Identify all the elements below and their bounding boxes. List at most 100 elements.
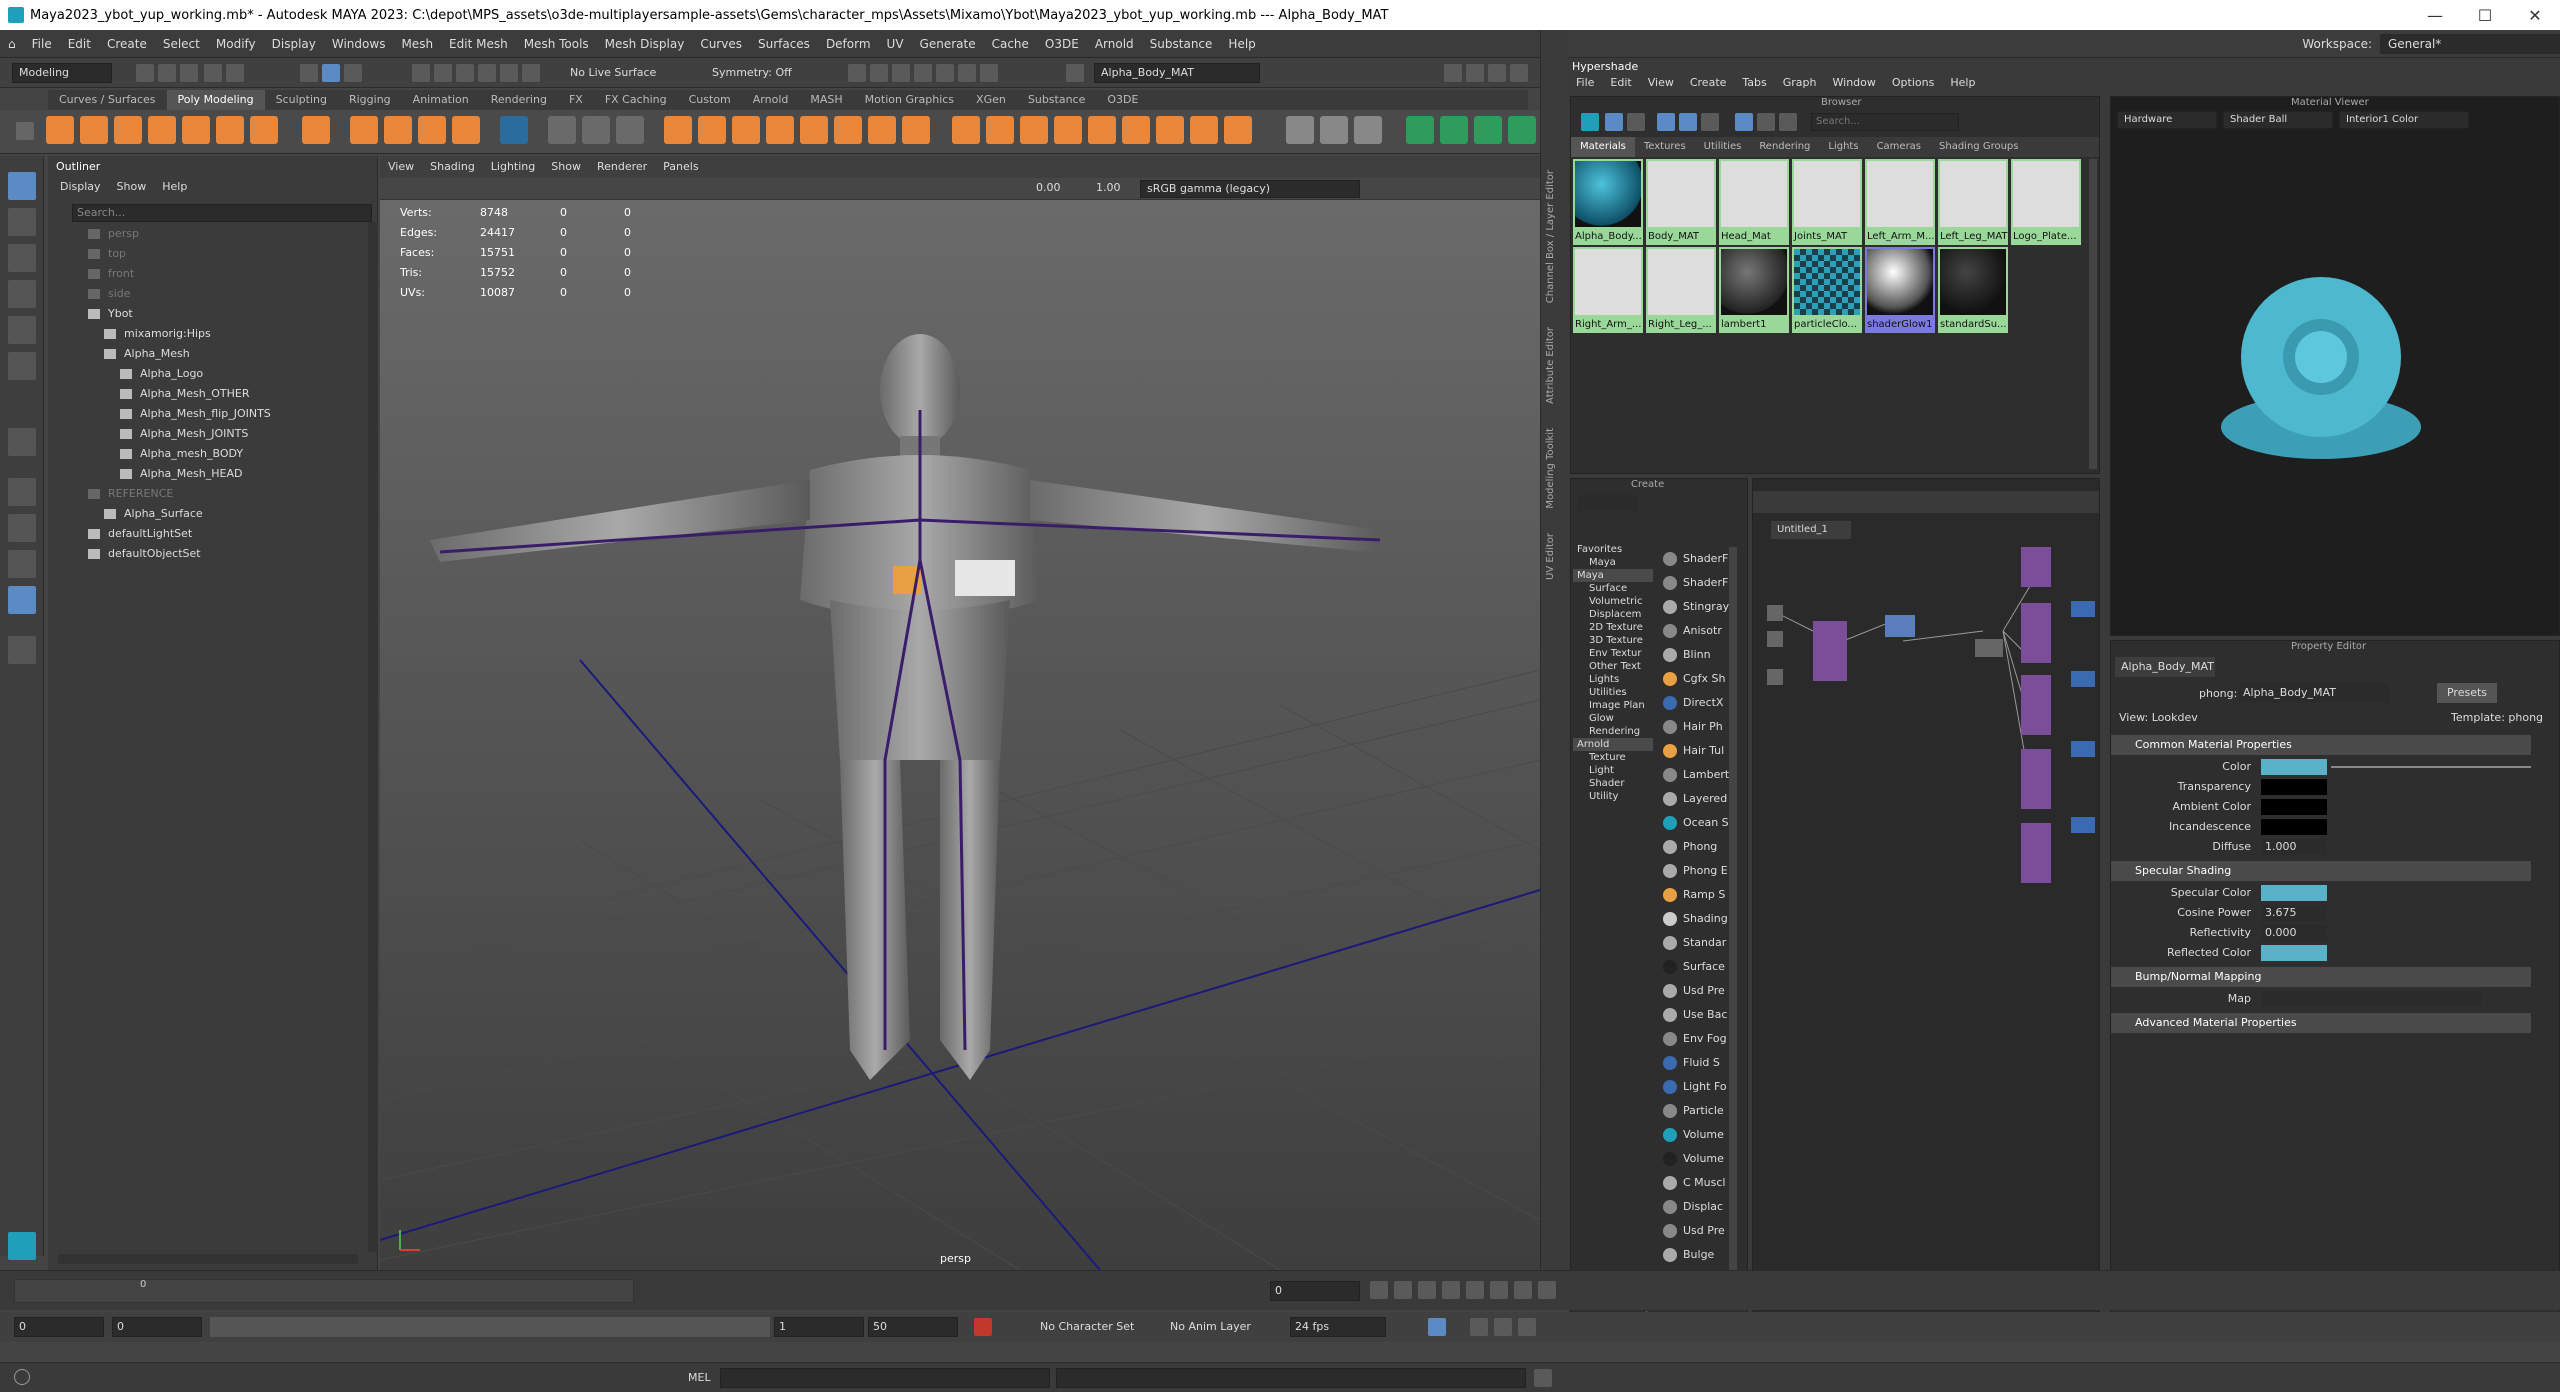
create-category[interactable]: Light bbox=[1573, 764, 1653, 777]
range-bar[interactable] bbox=[210, 1317, 770, 1337]
menu-item-create[interactable]: Create bbox=[99, 37, 155, 51]
create-node-item[interactable]: Surface bbox=[1659, 955, 1729, 979]
create-node-item[interactable]: Standar bbox=[1659, 931, 1729, 955]
color-slider[interactable] bbox=[2331, 766, 2531, 768]
ipr-render-icon[interactable] bbox=[914, 64, 932, 82]
key-back-icon[interactable] bbox=[1418, 1281, 1436, 1299]
side-tab[interactable]: Channel Box / Layer Editor bbox=[1545, 170, 1556, 303]
shelf-tab-fx[interactable]: FX bbox=[558, 90, 594, 110]
preferences-icon[interactable] bbox=[1518, 1318, 1536, 1336]
create-category[interactable]: Displacem bbox=[1573, 608, 1653, 621]
graph-tab[interactable]: Untitled_1 bbox=[1771, 521, 1851, 539]
export-icon[interactable] bbox=[1406, 116, 1434, 144]
four-pane-icon[interactable] bbox=[8, 514, 36, 542]
material-swatch[interactable]: Left_Arm_M... bbox=[1865, 159, 1935, 245]
node-name-field[interactable]: Alpha_Body_MAT bbox=[2239, 683, 2389, 703]
outliner-item[interactable]: Alpha_Mesh bbox=[104, 344, 190, 364]
environment-dropdown[interactable]: Interior1 Color bbox=[2339, 111, 2469, 129]
poly-plane-icon[interactable] bbox=[216, 116, 244, 144]
gamma-field[interactable]: 1.00 bbox=[1096, 181, 1126, 197]
script-language-label[interactable]: MEL bbox=[688, 1371, 711, 1384]
sweep-mesh-icon[interactable] bbox=[350, 116, 378, 144]
viewport-menu-lighting[interactable]: Lighting bbox=[483, 156, 543, 178]
hypershade-menu-tabs[interactable]: Tabs bbox=[1734, 76, 1774, 89]
snap-curve-icon[interactable] bbox=[434, 64, 452, 82]
shelf-tab-substance[interactable]: Substance bbox=[1017, 90, 1097, 110]
section-bump[interactable]: Bump/Normal Mapping bbox=[2111, 967, 2531, 987]
browser-icon-d[interactable] bbox=[1657, 113, 1675, 131]
shelf-tab-rigging[interactable]: Rigging bbox=[338, 90, 402, 110]
shelf-tab-motion-graphics[interactable]: Motion Graphics bbox=[854, 90, 965, 110]
shelf-tab-fx-caching[interactable]: FX Caching bbox=[594, 90, 678, 110]
property-node-tab[interactable]: Alpha_Body_MAT bbox=[2115, 657, 2215, 677]
create-node-item[interactable]: Cgfx Sh bbox=[1659, 667, 1729, 691]
diffuse-field[interactable]: 1.000 bbox=[2261, 839, 2327, 855]
create-category[interactable]: Surface bbox=[1573, 582, 1653, 595]
create-node-item[interactable]: Light Fo bbox=[1659, 1075, 1729, 1099]
create-node-item[interactable]: C Muscl bbox=[1659, 1171, 1729, 1195]
menu-item-cache[interactable]: Cache bbox=[984, 37, 1037, 51]
select-hierarchy-icon[interactable] bbox=[300, 64, 318, 82]
outliner-item[interactable]: side bbox=[88, 284, 131, 304]
material-swatch[interactable]: shaderGlow1 bbox=[1865, 247, 1935, 333]
outliner-layout-icon[interactable] bbox=[8, 586, 36, 614]
create-node-item[interactable]: Volume bbox=[1659, 1123, 1729, 1147]
loop-icon[interactable] bbox=[1428, 1318, 1446, 1336]
rotate-tool-icon[interactable] bbox=[8, 316, 36, 344]
smooth-icon[interactable] bbox=[616, 116, 644, 144]
outliner-item[interactable]: mixamorig:Hips bbox=[104, 324, 211, 344]
home-icon[interactable]: ⌂ bbox=[0, 37, 24, 51]
select-object-icon[interactable] bbox=[322, 64, 340, 82]
anim-layer-label[interactable]: No Anim Layer bbox=[1170, 1320, 1251, 1333]
browser-icon-g[interactable] bbox=[1735, 113, 1753, 131]
sound-icon[interactable] bbox=[1470, 1318, 1488, 1336]
character-set-label[interactable]: No Character Set bbox=[1040, 1320, 1134, 1333]
reflectivity-field[interactable]: 0.000 bbox=[2261, 925, 2327, 941]
hypershade-menu-create[interactable]: Create bbox=[1682, 76, 1735, 89]
outliner-hscrollbar[interactable] bbox=[58, 1254, 358, 1264]
poly-cube-icon[interactable] bbox=[80, 116, 108, 144]
type-icon[interactable] bbox=[500, 116, 528, 144]
poly-pipe-icon[interactable] bbox=[384, 116, 412, 144]
browser-icon-e[interactable] bbox=[1679, 113, 1697, 131]
snap-view-icon[interactable] bbox=[478, 64, 496, 82]
create-node-item[interactable]: Phong E bbox=[1659, 859, 1729, 883]
outliner-item[interactable]: Alpha_Surface bbox=[104, 504, 203, 524]
viewport-menu-renderer[interactable]: Renderer bbox=[589, 156, 655, 178]
create-category[interactable]: Rendering bbox=[1573, 725, 1653, 738]
renderer-dropdown[interactable]: Hardware bbox=[2117, 111, 2217, 129]
select-tool-icon[interactable] bbox=[8, 172, 36, 200]
menu-item-modify[interactable]: Modify bbox=[208, 37, 264, 51]
poly-sphere-icon[interactable] bbox=[46, 116, 74, 144]
boolean-icon[interactable] bbox=[664, 116, 692, 144]
slide-edge-icon[interactable] bbox=[1190, 116, 1218, 144]
command-input[interactable] bbox=[720, 1368, 1050, 1388]
sculpt-icon[interactable] bbox=[1286, 116, 1314, 144]
create-category[interactable]: Favorites bbox=[1573, 543, 1653, 556]
poly-torus-icon[interactable] bbox=[182, 116, 210, 144]
create-node-item[interactable]: Stingray bbox=[1659, 595, 1729, 619]
connect-icon[interactable] bbox=[1020, 116, 1048, 144]
create-node-item[interactable]: Lambert bbox=[1659, 763, 1729, 787]
render-frame-icon[interactable] bbox=[870, 64, 888, 82]
poly-cone-icon[interactable] bbox=[148, 116, 176, 144]
material-swatch[interactable]: Head_Mat bbox=[1719, 159, 1789, 245]
cosine-field[interactable]: 3.675 bbox=[2261, 905, 2327, 921]
side-tab[interactable]: Attribute Editor bbox=[1545, 327, 1556, 404]
browser-tab-lights[interactable]: Lights bbox=[1819, 137, 1867, 157]
create-node-item[interactable]: ShaderF bbox=[1659, 547, 1729, 571]
material-swatch[interactable]: lambert1 bbox=[1719, 247, 1789, 333]
create-category[interactable]: 2D Texture bbox=[1573, 621, 1653, 634]
shelf-tab-animation[interactable]: Animation bbox=[402, 90, 480, 110]
bridge-icon[interactable] bbox=[766, 116, 794, 144]
play-forward-icon[interactable] bbox=[1466, 1281, 1484, 1299]
section-specular[interactable]: Specular Shading bbox=[2111, 861, 2531, 881]
go-end-icon[interactable] bbox=[1538, 1281, 1556, 1299]
browser-tab-materials[interactable]: Materials bbox=[1571, 137, 1635, 157]
step-forward-icon[interactable] bbox=[1514, 1281, 1532, 1299]
menu-item-mesh[interactable]: Mesh bbox=[393, 37, 441, 51]
last-tool-icon[interactable] bbox=[8, 428, 36, 456]
rename-field-icon[interactable] bbox=[1066, 64, 1084, 82]
outliner-item[interactable]: Alpha_Mesh_flip_JOINTS bbox=[120, 404, 271, 424]
create-node-item[interactable]: Volume bbox=[1659, 1147, 1729, 1171]
